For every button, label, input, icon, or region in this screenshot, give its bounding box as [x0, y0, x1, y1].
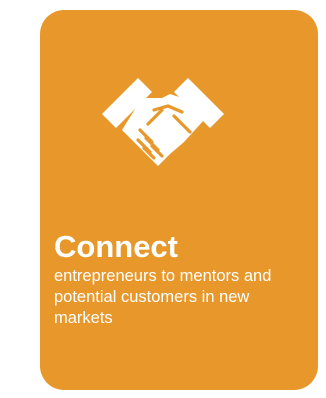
handshake-icon — [102, 78, 224, 166]
card-title: Connect — [54, 229, 178, 264]
connect-card: Connect entrepreneurs to mentors and pot… — [40, 10, 318, 390]
card-description: entrepreneurs to mentors and potential c… — [54, 267, 272, 327]
